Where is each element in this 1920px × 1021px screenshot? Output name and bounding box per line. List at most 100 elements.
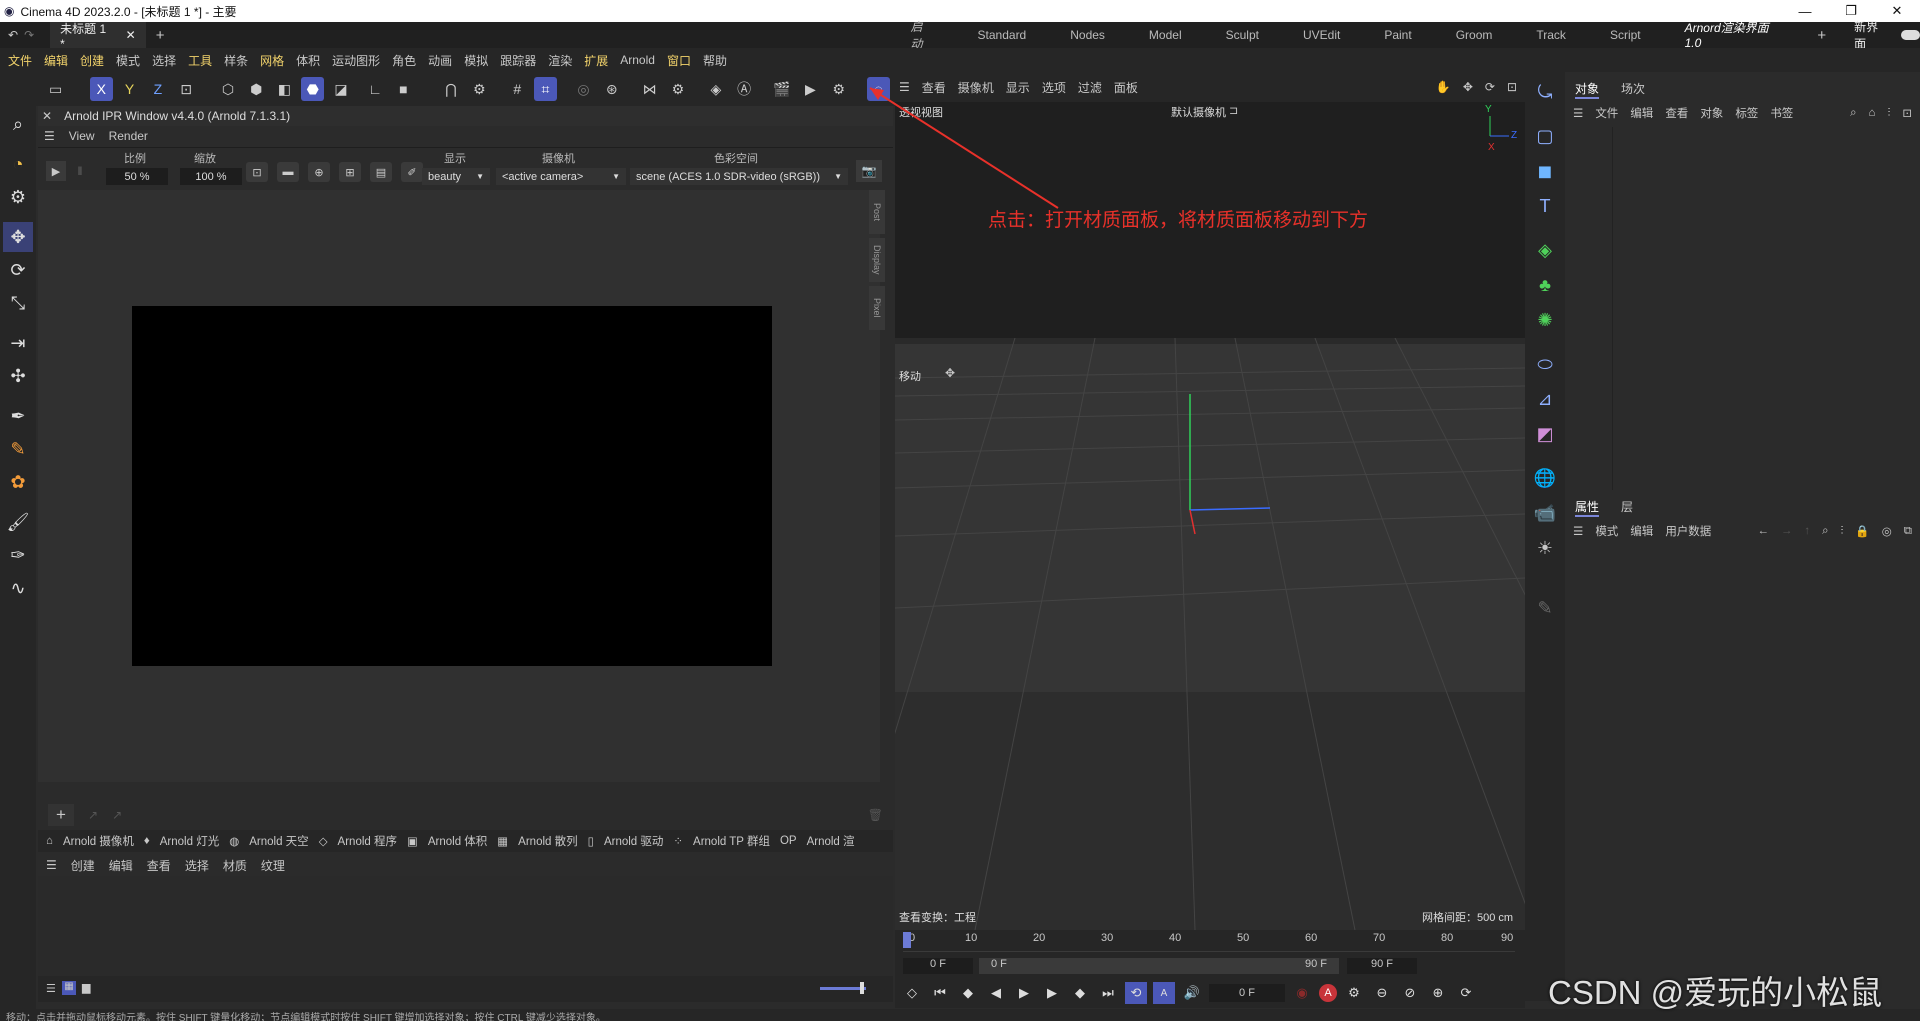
vp-menu-panel[interactable]: 面板	[1114, 79, 1138, 96]
play-icon[interactable]: ▶	[46, 161, 66, 181]
loop-icon[interactable]: ⟲	[1125, 982, 1147, 1004]
layout-tab-standard[interactable]: Standard	[978, 28, 1027, 42]
spline-pen-tool-icon[interactable]: ⤿	[1530, 77, 1560, 107]
live-select-icon[interactable]: ◔	[3, 149, 33, 179]
search-icon[interactable]: ⌕	[3, 109, 33, 139]
layout-tab-arnold[interactable]: Arnord渲染界面1.0	[1684, 19, 1782, 52]
arnold-driver-item[interactable]: Arnold 驱动	[604, 833, 663, 849]
layout-tab-paint[interactable]: Paint	[1384, 28, 1411, 42]
compare-icon[interactable]: ▤	[370, 162, 392, 182]
arnold-render-item[interactable]: Arnold 渲	[807, 833, 855, 849]
up-arrow-icon[interactable]: ↑	[1804, 525, 1810, 537]
material-menu-texture[interactable]: 纹理	[261, 857, 285, 874]
menu-edit[interactable]: 编辑	[44, 52, 68, 69]
add-icon[interactable]: +	[48, 804, 74, 826]
volume-builder-icon[interactable]: ◩	[1530, 419, 1560, 449]
timeline-settings-icon[interactable]: ⊘	[1399, 982, 1421, 1004]
symmetry-settings-icon[interactable]: ⚙	[666, 77, 689, 101]
lock-icon[interactable]: 🔒	[1855, 524, 1869, 538]
prev-key-icon[interactable]: ◆	[957, 982, 979, 1004]
edges-mode-icon[interactable]: ⬢	[245, 77, 268, 101]
cloner-icon[interactable]: ♣	[1530, 270, 1560, 300]
solo-mode-icon[interactable]: ■	[392, 77, 415, 101]
menu-tools[interactable]: 工具	[188, 52, 212, 69]
autokey-icon[interactable]: A	[1319, 984, 1337, 1002]
hamburger-icon[interactable]: ☰	[1573, 524, 1583, 538]
expand-icon[interactable]: ⊡	[1902, 106, 1912, 120]
menu-tracker[interactable]: 跟踪器	[500, 52, 536, 69]
placement-tool-icon[interactable]: ✣	[3, 361, 33, 391]
maximize-button[interactable]: ❐	[1828, 3, 1874, 19]
material-menu-select[interactable]: 选择	[185, 857, 209, 874]
start-frame-field[interactable]: 0 F	[903, 958, 973, 974]
menu-arnold[interactable]: Arnold	[620, 53, 655, 67]
next-key-icon[interactable]: ◆	[1069, 982, 1091, 1004]
filter-icon[interactable]: ⫶	[1887, 107, 1890, 120]
target-icon[interactable]: ◎	[1882, 524, 1892, 538]
cube-icon[interactable]: ◼	[1530, 156, 1560, 186]
new-tab-icon[interactable]: +	[156, 27, 165, 44]
tab-objects[interactable]: 对象	[1575, 80, 1600, 99]
range-bar[interactable]: 0 F 90 F	[979, 958, 1339, 974]
objects-menu-view[interactable]: 查看	[1665, 105, 1688, 121]
render-picture-viewer-icon[interactable]: ▶	[799, 77, 822, 101]
menu-mograph[interactable]: 运动图形	[332, 52, 380, 69]
auto-icon[interactable]: A	[1153, 982, 1175, 1004]
keyframe-icon[interactable]: ◇	[901, 982, 923, 1004]
ipr-menu-view[interactable]: View	[69, 129, 95, 143]
light-icon[interactable]: ☀	[1530, 533, 1560, 563]
axis-y-button[interactable]: Y	[118, 77, 141, 101]
home-icon[interactable]: ⌂	[1869, 107, 1876, 119]
camera-dropdown[interactable]: <active camera> ▼	[496, 168, 626, 185]
points-mode-icon[interactable]: ⬡	[216, 77, 239, 101]
edit-icon[interactable]: ✎	[1530, 593, 1560, 623]
search-icon[interactable]: ⌕	[1850, 107, 1856, 120]
camera-name[interactable]: 默认摄像机	[1171, 104, 1226, 120]
field-icon[interactable]: ⊿	[1530, 384, 1560, 414]
render-region-icon[interactable]: ◎	[572, 77, 595, 101]
render-settings-icon[interactable]: ⊛	[600, 77, 623, 101]
material-list-area[interactable]	[38, 876, 893, 976]
render-view-icon[interactable]: 🎬	[770, 77, 793, 101]
menu-render[interactable]: 渲染	[548, 52, 572, 69]
redo-icon[interactable]: ↷	[24, 28, 34, 42]
end-frame-field[interactable]: 90 F	[1347, 958, 1417, 974]
menu-file[interactable]: 文件	[8, 52, 32, 69]
playhead[interactable]	[903, 932, 911, 948]
crop-icon[interactable]: ⊡	[246, 162, 268, 182]
debug-icon[interactable]: ⊞	[339, 162, 361, 182]
objects-menu-tags[interactable]: 标签	[1735, 105, 1758, 121]
pan-icon[interactable]: ✋	[1436, 80, 1451, 94]
grid-snap-icon[interactable]: #	[506, 77, 529, 101]
brush-icon[interactable]: 🖌	[3, 507, 33, 537]
text-icon[interactable]: T	[1530, 191, 1560, 221]
back-arrow-icon[interactable]: ←	[1757, 525, 1769, 537]
model-mode-icon[interactable]: ⬣	[301, 77, 325, 101]
workplane-snap-icon[interactable]: ⌗	[533, 77, 558, 101]
rectangle-spline-icon[interactable]: ▢	[1530, 121, 1560, 151]
objects-list[interactable]	[1612, 127, 1920, 497]
zoom-field[interactable]: 100 %	[180, 168, 242, 185]
spline-pen-icon[interactable]: ✒	[3, 401, 33, 431]
hamburger-icon[interactable]: ☰	[46, 858, 57, 872]
objects-menu-object[interactable]: 对象	[1700, 105, 1723, 121]
pause-icon[interactable]: ‖	[72, 161, 88, 181]
axis-z-button[interactable]: Z	[146, 77, 169, 101]
texture-mode-icon[interactable]: ◪	[329, 77, 352, 101]
rotate-tool-icon[interactable]: ⟳	[3, 255, 33, 285]
spline-tools-icon[interactable]: ✿	[3, 467, 33, 497]
large-view-icon[interactable]: ▆	[82, 981, 90, 994]
goto-end-icon[interactable]: ⏭	[1097, 982, 1119, 1004]
trash-icon[interactable]: 🗑	[868, 808, 883, 822]
attributes-menu-mode[interactable]: 模式	[1595, 523, 1618, 539]
menu-simulate[interactable]: 模拟	[464, 52, 488, 69]
objects-menu-bookmarks[interactable]: 书签	[1770, 105, 1793, 121]
layout-tab-track[interactable]: Track	[1536, 28, 1566, 42]
menu-help[interactable]: 帮助	[703, 52, 727, 69]
hamburger-icon[interactable]: ☰	[44, 129, 55, 143]
side-tab-pixel[interactable]: Pixel	[869, 286, 885, 330]
arnold-light-item[interactable]: Arnold 灯光	[160, 833, 219, 849]
workplane-icon[interactable]: ◈	[704, 77, 727, 101]
toggle-switch-icon[interactable]	[1900, 30, 1920, 40]
side-tab-display[interactable]: Display	[869, 238, 885, 282]
